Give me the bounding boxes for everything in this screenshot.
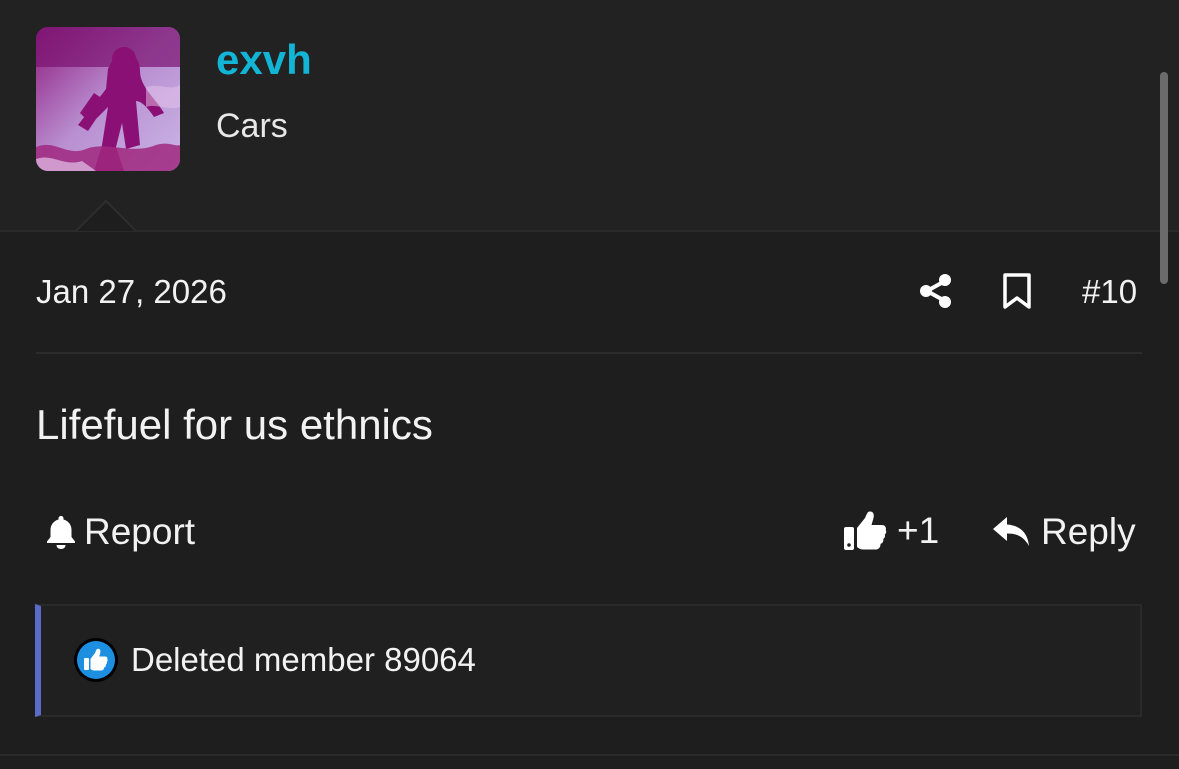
like-button[interactable]: +1 [843, 508, 939, 554]
reply-button[interactable]: Reply [992, 510, 1136, 554]
username[interactable]: exvh [216, 36, 312, 84]
post-date[interactable]: Jan 27, 2026 [36, 272, 227, 312]
report-button[interactable]: Report [44, 510, 195, 554]
reply-arrow-icon [993, 517, 1029, 546]
post-number-link[interactable]: #10 [1082, 272, 1137, 312]
bookmark-icon[interactable] [1001, 272, 1033, 310]
reply-label: Reply [1041, 511, 1136, 552]
avatar[interactable] [36, 27, 180, 171]
bell-icon [47, 516, 75, 549]
meta-divider [36, 352, 1142, 354]
header-arrow-notch [76, 199, 136, 231]
header-divider [0, 230, 1179, 232]
scrollbar[interactable] [1160, 72, 1168, 284]
post-body: Lifefuel for us ethnics [36, 401, 433, 448]
report-label: Report [84, 511, 196, 552]
user-title: Cars [216, 107, 288, 145]
thumbs-up-icon [844, 511, 887, 550]
reaction-user-link[interactable]: Deleted member 89064 [131, 640, 476, 680]
share-icon[interactable] [918, 273, 954, 309]
like-reaction-icon [74, 638, 118, 682]
bottom-divider [0, 754, 1179, 756]
like-count: +1 [897, 510, 940, 551]
post-container: exvh Cars Jan 27, 2026 #10 Lifefuel for … [0, 0, 1179, 769]
